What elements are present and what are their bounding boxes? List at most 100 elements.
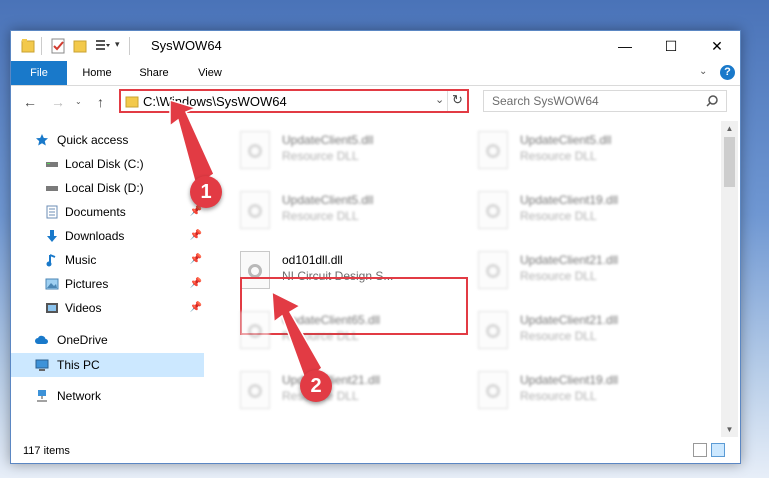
separator [447,91,448,111]
drive-icon [46,162,58,167]
sidebar-item-local-disk-c[interactable]: Local Disk (C:) [11,153,204,175]
file-name: UpdateClient5.dll [282,133,374,147]
separator [129,37,130,55]
explorer-window: ▾ SysWOW64 — ☐ ✕ File Home Share View ⌄ … [10,30,741,464]
new-folder-icon[interactable] [73,38,87,54]
file-item[interactable]: UpdateClient65.dll Resource DLL [234,303,464,355]
back-arrow-icon[interactable]: ← [23,94,37,110]
customize-quick-access-icon[interactable] [95,38,111,54]
dll-file-icon [478,311,508,349]
sidebar-item-quick-access[interactable]: Quick access [11,129,204,151]
sidebar-item-pictures[interactable]: Pictures 📌 [11,273,204,295]
drive-icon [46,186,58,191]
details-view-icon[interactable] [693,443,707,457]
maximize-button[interactable]: ☐ [648,31,694,61]
file-item[interactable]: UpdateClient5.dll Resource DLL [472,123,702,175]
pin-icon[interactable]: 📌 [190,302,202,313]
file-item[interactable]: UpdateClient21.dll Resource DLL [234,363,464,415]
minimize-button[interactable]: — [602,31,648,61]
sidebar-item-videos[interactable]: Videos 📌 [11,297,204,319]
sidebar-item-label: Pictures [65,277,109,291]
title-bar: ▾ SysWOW64 — ☐ ✕ [11,31,740,61]
forward-arrow-icon[interactable]: → [51,94,65,110]
sidebar-item-this-pc[interactable]: This PC [11,353,204,377]
tab-home[interactable]: Home [71,61,123,85]
sidebar-item-label: Local Disk (D:) [65,181,144,195]
sidebar-item-label: Downloads [65,229,125,243]
help-icon[interactable]: ? [720,65,735,80]
file-item[interactable]: UpdateClient19.dll Resource DLL [472,183,702,235]
star-icon [36,134,48,146]
file-name: UpdateClient5.dll [282,193,374,207]
downloads-icon [47,230,57,242]
address-bar[interactable]: C:\Windows\SysWOW64 ⌄ ↻ [119,89,469,113]
chevron-down-icon[interactable]: ▾ [115,39,120,50]
chevron-down-icon[interactable]: ⌄ [699,66,707,77]
folder-icon[interactable] [21,38,35,54]
sidebar-item-documents[interactable]: Documents 📌 [11,201,204,223]
separator [41,37,42,55]
file-name: UpdateClient19.dll [520,193,619,207]
file-description: Resource DLL [520,389,597,403]
file-item[interactable]: UpdateClient19.dll Resource DLL [472,363,702,415]
sidebar-item-label: Documents [65,205,126,219]
file-item[interactable]: UpdateClient5.dll Resource DLL [234,183,464,235]
search-box[interactable]: Search SysWOW64 [483,90,727,112]
step-1-badge: 1 [190,176,222,208]
close-button[interactable]: ✕ [694,31,740,61]
file-list: UpdateClient5.dll Resource DLL UpdateCli… [206,121,720,437]
pin-icon[interactable]: 📌 [190,230,202,241]
file-description: Resource DLL [282,209,359,223]
scroll-up-icon[interactable]: ▲ [721,124,738,133]
file-description: Resource DLL [282,329,359,343]
sidebar-item-network[interactable]: Network [11,385,204,407]
computer-icon [35,359,49,371]
search-icon[interactable] [706,95,718,107]
dll-file-icon [240,191,270,229]
scrollbar-thumb[interactable] [724,137,735,187]
pin-icon[interactable]: 📌 [190,278,202,289]
tab-share[interactable]: Share [129,61,179,85]
file-description: Resource DLL [520,269,597,283]
tiles-view-icon[interactable] [711,443,725,457]
sidebar-item-local-disk-d[interactable]: Local Disk (D:) [11,177,204,199]
network-icon [37,390,47,402]
dll-file-icon [240,371,270,409]
sidebar-item-onedrive[interactable]: OneDrive [11,329,204,351]
sidebar-item-downloads[interactable]: Downloads 📌 [11,225,204,247]
dll-file-icon [478,371,508,409]
sidebar-item-music[interactable]: Music 📌 [11,249,204,271]
scroll-down-icon[interactable]: ▼ [721,425,738,434]
status-bar: 117 items [11,439,740,461]
sidebar-item-label: Network [57,389,102,403]
file-description: Resource DLL [520,329,597,343]
pin-icon[interactable]: 📌 [190,206,202,217]
window-title: SysWOW64 [151,38,222,53]
pictures-icon [45,278,59,290]
file-item[interactable]: UpdateClient5.dll Resource DLL [234,123,464,175]
dll-file-icon [478,251,508,289]
properties-icon[interactable] [51,38,65,54]
step-2-badge: 2 [300,370,332,402]
file-name: UpdateClient65.dll [282,313,381,327]
address-path: C:\Windows\SysWOW64 [143,94,287,109]
file-item[interactable]: UpdateClient21.dll Resource DLL [472,303,702,355]
file-name: UpdateClient5.dll [520,133,612,147]
pin-icon[interactable]: 📌 [190,254,202,265]
search-placeholder: Search SysWOW64 [492,94,599,108]
chevron-down-icon[interactable]: ⌄ [435,93,444,106]
dll-file-icon [240,311,270,349]
item-count: 117 items [23,445,70,457]
ribbon-tabs: File Home Share View ⌄ ? [11,61,740,86]
file-item[interactable]: UpdateClient21.dll Resource DLL [472,243,702,295]
recent-locations-chevron-icon[interactable]: ⌄ [75,97,82,106]
refresh-icon[interactable]: ↻ [452,92,463,108]
up-arrow-icon[interactable]: ↑ [97,94,104,110]
dll-file-icon [478,191,508,229]
file-name: UpdateClient19.dll [520,373,619,387]
file-name: od101dll.dll [282,253,343,267]
tab-view[interactable]: View [185,61,235,85]
tab-file[interactable]: File [11,61,67,85]
vertical-scrollbar[interactable]: ▲ ▼ [721,121,738,437]
sidebar-item-label: Quick access [57,133,129,147]
